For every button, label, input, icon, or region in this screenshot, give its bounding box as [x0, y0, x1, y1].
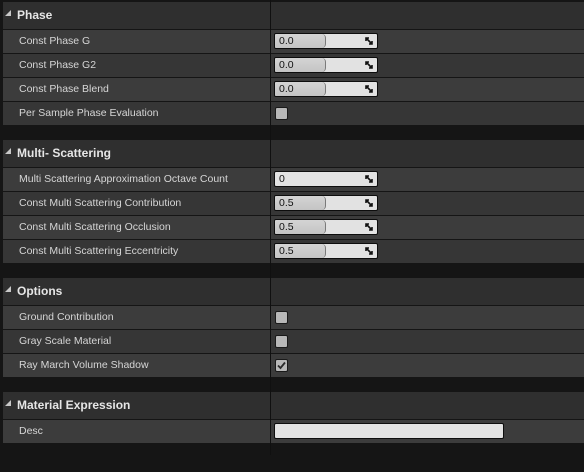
- property-row-octave-count: Multi Scattering Approximation Octave Co…: [3, 168, 584, 191]
- property-row-per-sample-phase-evaluation: Per Sample Phase Evaluation: [3, 102, 584, 125]
- category-header[interactable]: Phase: [3, 2, 584, 28]
- property-row-multi-scattering-contribution: Const Multi Scattering Contribution 0.5: [3, 192, 584, 215]
- ray-march-volume-shadow-checkbox[interactable]: [275, 359, 288, 372]
- spinbox-value: 0.5: [279, 245, 294, 257]
- const-phase-g2-spinbox[interactable]: 0.0: [274, 57, 378, 73]
- contribution-spinbox[interactable]: 0.5: [274, 195, 378, 211]
- property-label: Ray March Volume Shadow: [19, 359, 149, 371]
- property-row-ground-contribution: Ground Contribution: [3, 306, 584, 329]
- category-header[interactable]: Options: [3, 278, 584, 304]
- checkmark-icon: [277, 361, 286, 370]
- property-row-gray-scale-material: Gray Scale Material: [3, 330, 584, 353]
- property-label: Const Phase G: [19, 35, 91, 47]
- category-phase[interactable]: Phase: [3, 2, 584, 29]
- property-label: Multi Scattering Approximation Octave Co…: [19, 173, 228, 185]
- property-label: Gray Scale Material: [19, 335, 112, 347]
- ground-contribution-checkbox[interactable]: [275, 311, 288, 324]
- collapse-arrow-icon[interactable]: [5, 400, 11, 406]
- category-title: Options: [17, 284, 63, 298]
- property-label: Const Phase G2: [19, 59, 97, 71]
- collapse-arrow-icon[interactable]: [5, 286, 11, 292]
- spinbox-value: 0.5: [279, 221, 294, 233]
- desc-text-field[interactable]: [274, 423, 504, 439]
- category-material-expression[interactable]: Material Expression: [3, 392, 584, 419]
- diagonal-resize-icon[interactable]: [364, 222, 374, 232]
- property-row-multi-scattering-occlusion: Const Multi Scattering Occlusion 0.5: [3, 216, 584, 239]
- const-phase-blend-spinbox[interactable]: 0.0: [274, 81, 378, 97]
- property-row-multi-scattering-eccentricity: Const Multi Scattering Eccentricity 0.5: [3, 240, 584, 263]
- spinbox-value: 0: [279, 173, 285, 185]
- const-phase-g-spinbox[interactable]: 0.0: [274, 33, 378, 49]
- details-panel: Phase Const Phase G 0.0 Const Phase G2 0…: [0, 0, 584, 472]
- diagonal-resize-icon[interactable]: [364, 198, 374, 208]
- spinbox-value: 0.0: [279, 35, 294, 47]
- column-divider[interactable]: [270, 0, 271, 455]
- property-label: Const Multi Scattering Eccentricity: [19, 245, 179, 257]
- eccentricity-spinbox[interactable]: 0.5: [274, 243, 378, 259]
- property-row-const-phase-blend: Const Phase Blend 0.0: [3, 78, 584, 101]
- property-row-desc: Desc: [3, 420, 584, 443]
- property-label: Per Sample Phase Evaluation: [19, 107, 159, 119]
- spinbox-value: 0.5: [279, 197, 294, 209]
- category-title: Multi- Scattering: [17, 146, 112, 160]
- collapse-arrow-icon[interactable]: [5, 10, 11, 16]
- spinbox-value: 0.0: [279, 83, 294, 95]
- property-label: Const Multi Scattering Contribution: [19, 197, 182, 209]
- diagonal-resize-icon[interactable]: [364, 84, 374, 94]
- category-multi-scattering[interactable]: Multi- Scattering: [3, 140, 584, 167]
- category-header[interactable]: Multi- Scattering: [3, 140, 584, 166]
- diagonal-resize-icon[interactable]: [364, 174, 374, 184]
- property-row-const-phase-g: Const Phase G 0.0: [3, 30, 584, 53]
- property-row-ray-march-volume-shadow: Ray March Volume Shadow: [3, 354, 584, 377]
- property-label: Ground Contribution: [19, 311, 114, 323]
- category-header[interactable]: Material Expression: [3, 392, 584, 418]
- collapse-arrow-icon[interactable]: [5, 148, 11, 154]
- diagonal-resize-icon[interactable]: [364, 36, 374, 46]
- property-label: Const Multi Scattering Occlusion: [19, 221, 171, 233]
- property-label: Const Phase Blend: [19, 83, 109, 95]
- spinbox-value: 0.0: [279, 59, 294, 71]
- category-title: Material Expression: [17, 398, 131, 412]
- property-label: Desc: [19, 425, 43, 437]
- gray-scale-material-checkbox[interactable]: [275, 335, 288, 348]
- octave-count-spinbox[interactable]: 0: [274, 171, 378, 187]
- diagonal-resize-icon[interactable]: [364, 60, 374, 70]
- diagonal-resize-icon[interactable]: [364, 246, 374, 256]
- per-sample-phase-evaluation-checkbox[interactable]: [275, 107, 288, 120]
- property-row-const-phase-g2: Const Phase G2 0.0: [3, 54, 584, 77]
- occlusion-spinbox[interactable]: 0.5: [274, 219, 378, 235]
- category-options[interactable]: Options: [3, 278, 584, 305]
- category-title: Phase: [17, 8, 53, 22]
